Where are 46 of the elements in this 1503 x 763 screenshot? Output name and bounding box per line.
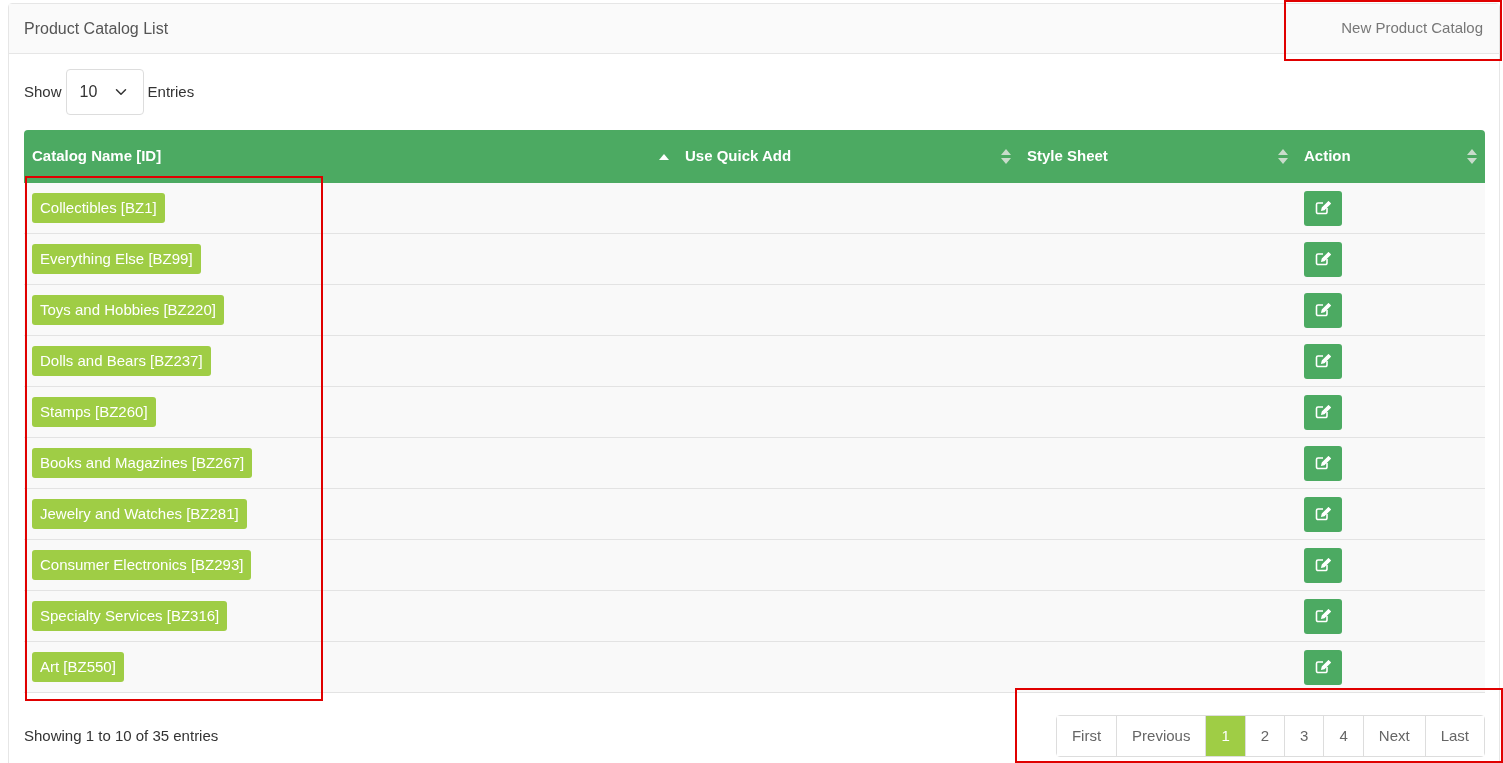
edit-icon [1315,660,1331,674]
entries-select[interactable]: 10 [65,69,144,115]
pagination-button[interactable]: Last [1424,716,1484,756]
catalog-name-tag[interactable]: Collectibles [BZ1] [32,192,165,224]
edit-button[interactable] [1304,598,1342,634]
edit-button[interactable] [1304,241,1342,277]
edit-icon [1315,609,1331,623]
catalog-name-tag[interactable]: Jewelry and Watches [BZ281] [32,498,247,530]
pagination-button[interactable]: 1 [1205,716,1245,756]
column-header[interactable]: Action [1304,145,1351,168]
sort-ascending-icon [659,153,669,160]
entries-info: Showing 1 to 10 of 35 entries [24,725,219,746]
catalog-name-tag[interactable]: Art [BZ550] [32,651,124,683]
catalog-name-tag[interactable]: Toys and Hobbies [BZ220] [32,294,224,326]
edit-icon [1315,354,1331,368]
catalog-name-tag[interactable]: Everything Else [BZ99] [32,243,201,275]
catalog-name-tag[interactable]: Dolls and Bears [BZ237] [32,345,211,377]
edit-button[interactable] [1304,649,1342,685]
edit-button[interactable] [1304,343,1342,379]
edit-icon [1315,303,1331,317]
edit-button[interactable] [1304,496,1342,532]
edit-icon [1315,507,1331,521]
edit-icon [1315,405,1331,419]
sort-icon [1278,149,1288,164]
edit-icon [1315,456,1331,470]
edit-button[interactable] [1304,394,1342,430]
edit-icon [1315,201,1331,215]
edit-button[interactable] [1304,190,1342,226]
catalog-name-tag[interactable]: Stamps [BZ260] [32,396,156,428]
show-label: Show [24,81,62,102]
catalog-name-tag[interactable]: Books and Magazines [BZ267] [32,447,253,479]
catalog-name-tag[interactable]: Specialty Services [BZ316] [32,600,228,632]
edit-button[interactable] [1304,292,1342,328]
edit-button[interactable] [1304,547,1342,583]
sort-icon [1001,149,1011,164]
panel-title: Product Catalog List [24,18,169,39]
edit-icon [1315,558,1331,572]
edit-icon [1315,252,1331,266]
catalog-name-tag[interactable]: Consumer Electronics [BZ293] [32,549,252,581]
edit-button[interactable] [1304,445,1342,481]
column-header[interactable]: Use Quick Add [685,145,792,168]
new-catalog-link[interactable]: New Product Catalog [1341,17,1484,40]
entries-label: Entries [147,81,195,102]
column-header[interactable]: Style Sheet [1027,145,1108,168]
sort-icon [1467,149,1477,164]
column-header[interactable]: Catalog Name [ID] [32,145,162,168]
